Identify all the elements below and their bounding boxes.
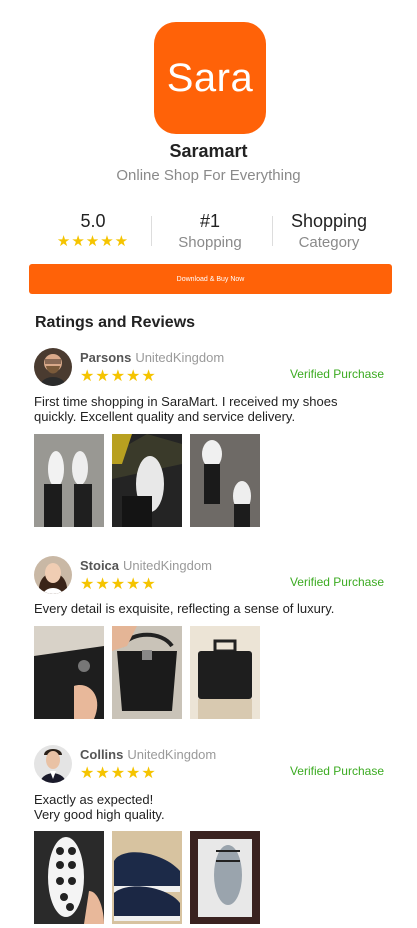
verified-purchase-badge: Verified Purchase [289, 367, 384, 381]
download-buy-button[interactable]: Download & Buy Now [29, 264, 392, 294]
reviews-section-title: Ratings and Reviews [35, 314, 196, 331]
stat-category: Shopping Category [280, 210, 378, 254]
reviewer-country: UnitedKingdom [135, 350, 225, 365]
review-photo-white-sole-navy-shoe[interactable] [34, 831, 104, 924]
review-stars: ★★★★★ [80, 368, 157, 385]
reviewer-country: UnitedKingdom [127, 747, 217, 762]
review-text: Every detail is exquisite, reflecting a … [34, 601, 335, 616]
app-logo-text: Sara [166, 55, 254, 100]
review-text: First time shopping in SaraMart. I recei… [34, 394, 338, 424]
review-photo-black-leather-briefcase[interactable] [190, 626, 260, 719]
avatar [34, 348, 72, 386]
avatar [34, 745, 72, 783]
stat-rating: 5.0 ★★★★★ [48, 210, 138, 252]
verified-purchase-badge: Verified Purchase [289, 764, 384, 778]
reviewer-name: Parsons UnitedKingdom [80, 350, 224, 365]
review-photos [34, 626, 260, 719]
review-stars: ★★★★★ [80, 765, 157, 782]
stat-rating-stars: ★★★★★ [56, 233, 130, 250]
stats-divider [151, 216, 152, 246]
reviewer-country: UnitedKingdom [123, 558, 212, 573]
review-photo-black-leather-bag-closeup[interactable] [34, 626, 104, 719]
verified-purchase-badge: Verified Purchase [289, 575, 384, 589]
stat-category-value: Shopping [290, 211, 368, 231]
stat-category-label: Category [298, 234, 360, 251]
review-stars: ★★★★★ [80, 576, 157, 593]
reviewer-name-text: Collins [80, 747, 124, 762]
review-photo-white-sneakers-on-feet[interactable] [34, 434, 104, 527]
review-photo-shoe-in-box[interactable] [190, 831, 260, 924]
stat-rank-label: Shopping [178, 234, 242, 251]
app-logo: Sara [154, 22, 266, 134]
review-photo-white-sneakers-on-feet-2[interactable] [190, 434, 260, 527]
app-tagline: Online Shop For Everything [116, 167, 301, 184]
reviewer-name-text: Parsons [80, 350, 132, 365]
app-name: Saramart [169, 141, 248, 161]
review-photos [34, 831, 260, 924]
review-photo-navy-shoes-pair[interactable] [112, 831, 182, 924]
stat-rating-value: 5.0 [80, 211, 106, 231]
stats-divider [272, 216, 273, 246]
reviewer-name: Collins UnitedKingdom [80, 747, 216, 762]
avatar [34, 556, 72, 594]
review-photo-white-sneaker-car-floor[interactable] [112, 434, 182, 527]
reviewer-name: Stoica UnitedKingdom [80, 558, 212, 573]
stat-rank-value: #1 [199, 211, 221, 231]
reviewer-name-text: Stoica [80, 558, 120, 573]
review-photo-black-leather-bag-open[interactable] [112, 626, 182, 719]
stat-rank: #1 Shopping [165, 210, 255, 254]
review-text: Exactly as expected! Very good high qual… [34, 792, 165, 822]
review-photos [34, 434, 260, 527]
app-stats: 5.0 ★★★★★ #1 Shopping Shopping Category [30, 210, 392, 252]
